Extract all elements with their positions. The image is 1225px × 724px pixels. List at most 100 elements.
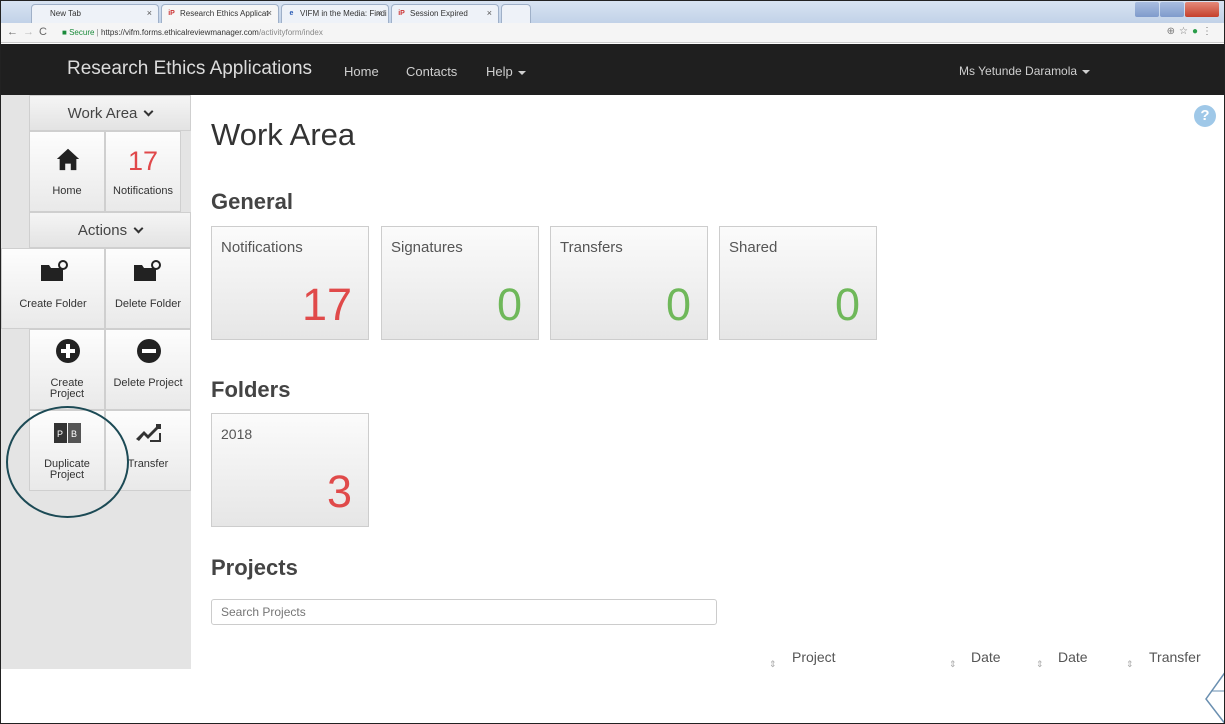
folder-name: 2018 xyxy=(221,426,253,442)
home-icon xyxy=(56,148,80,171)
actions-header-label: Actions xyxy=(77,222,128,239)
notifications-card[interactable]: Notifications 17 xyxy=(211,226,369,340)
back-arrow-icon[interactable]: ← xyxy=(7,26,18,38)
sort-icon[interactable]: ⇕ xyxy=(949,659,957,669)
browser-toolbar-icons[interactable]: ⊕☆●⋮ xyxy=(1167,26,1216,37)
tab-label: New Tab xyxy=(50,9,81,18)
create-project-tile[interactable]: Create Project xyxy=(29,329,105,410)
lock-icon: ■ xyxy=(62,28,67,37)
reload-icon[interactable]: C xyxy=(39,26,47,38)
tab-close-icon[interactable]: × xyxy=(487,8,492,18)
delete-folder-icon xyxy=(134,260,161,281)
create-folder-label: Create Folder xyxy=(19,298,87,310)
user-menu[interactable]: Ms Yetunde Daramola xyxy=(959,64,1091,78)
sort-icon[interactable]: ⇕ xyxy=(1036,659,1044,669)
notifications-tile[interactable]: 17 Notifications xyxy=(105,131,181,212)
chevron-down-icon xyxy=(133,223,144,234)
corner-decoration xyxy=(1205,672,1224,723)
address-bar: ← → C ■ Secure | https://vifm.forms.ethi… xyxy=(1,23,1224,43)
create-folder-icon xyxy=(41,260,68,281)
tab-close-icon[interactable]: × xyxy=(147,8,152,18)
svg-text:B: B xyxy=(71,429,77,439)
signatures-card[interactable]: Signatures 0 xyxy=(381,226,539,340)
app-brand[interactable]: Research Ethics Applications xyxy=(67,58,312,80)
card-value: 0 xyxy=(665,279,691,330)
column-header-project[interactable]: Project xyxy=(792,649,836,665)
card-value: 17 xyxy=(301,279,352,330)
window-close-button[interactable] xyxy=(1185,2,1219,17)
general-heading: General xyxy=(211,189,293,214)
home-tile[interactable]: Home xyxy=(29,131,105,212)
folder-card[interactable]: 2018 3 xyxy=(211,413,369,527)
secure-label: Secure xyxy=(69,28,95,37)
tab-label: Research Ethics Applicat xyxy=(180,9,269,18)
home-tile-label: Home xyxy=(52,185,82,197)
minus-circle-icon xyxy=(137,339,161,363)
duplicate-project-tile[interactable]: P B Duplicate Project xyxy=(29,410,105,491)
caret-down-icon xyxy=(1082,69,1091,74)
tab-favicon-icon xyxy=(37,10,46,18)
create-folder-tile[interactable]: Create Folder xyxy=(1,248,105,329)
delete-folder-label: Delete Folder xyxy=(114,298,182,310)
top-navbar: Research Ethics Applications Home Contac… xyxy=(1,44,1224,95)
transfers-card[interactable]: Transfers 0 xyxy=(550,226,708,340)
browser-tab-bar: New Tab × iP Research Ethics Applicat × … xyxy=(1,1,1224,23)
delete-folder-tile[interactable]: Delete Folder xyxy=(105,248,191,329)
folders-heading: Folders xyxy=(211,377,291,402)
column-header-transfer[interactable]: Transfer xyxy=(1149,649,1201,665)
card-title: Notifications xyxy=(221,239,303,256)
work-area-toggle[interactable]: Work Area xyxy=(29,95,191,131)
help-icon[interactable]: ? xyxy=(1194,105,1216,127)
url-field[interactable]: ■ Secure | https://vifm.forms.ethicalrev… xyxy=(58,25,1163,40)
caret-down-icon xyxy=(517,70,526,75)
duplicate-project-icon: P B xyxy=(54,423,81,443)
maximize-button[interactable] xyxy=(1160,2,1184,17)
card-title: Shared xyxy=(729,239,778,256)
transfer-icon xyxy=(136,424,161,442)
notifications-tile-label: Notifications xyxy=(113,185,173,197)
url-host: https://vifm.forms.ethicalreviewmanager.… xyxy=(100,28,259,37)
browser-tab[interactable]: New Tab × xyxy=(31,4,159,23)
browser-tab[interactable]: e VIFM in the Media: Findi × xyxy=(281,4,389,23)
sidebar: Work Area Home 17 Notifications Actions … xyxy=(1,95,191,669)
column-header-date[interactable]: Date xyxy=(971,649,1001,665)
transfer-label: Transfer xyxy=(127,458,169,470)
tab-close-icon[interactable]: × xyxy=(267,8,272,18)
url-path: /activityform/index xyxy=(258,28,323,37)
folder-count: 3 xyxy=(326,466,352,517)
nav-contacts-link[interactable]: Contacts xyxy=(406,64,457,79)
actions-toggle[interactable]: Actions xyxy=(29,212,191,248)
card-title: Transfers xyxy=(560,239,623,256)
forward-arrow-icon[interactable]: → xyxy=(23,26,34,38)
user-name: Ms Yetunde Daramola xyxy=(959,64,1078,78)
chevron-down-icon xyxy=(143,106,154,117)
plus-circle-icon xyxy=(56,339,80,363)
card-value: 0 xyxy=(496,279,522,330)
browser-tab[interactable]: iP Session Expired × xyxy=(391,4,499,23)
shared-card[interactable]: Shared 0 xyxy=(719,226,877,340)
nav-home-link[interactable]: Home xyxy=(344,64,379,79)
minimize-button[interactable] xyxy=(1135,2,1159,17)
tab-label: Session Expired xyxy=(410,9,468,18)
tab-favicon-icon: e xyxy=(289,10,294,17)
delete-project-label: Delete Project xyxy=(113,377,183,389)
transfer-tile[interactable]: Transfer xyxy=(105,410,191,491)
main-content: ? Work Area General Notifications 17 Sig… xyxy=(191,95,1224,669)
column-header-date-2[interactable]: Date xyxy=(1058,649,1088,665)
tab-close-icon[interactable]: × xyxy=(377,8,382,18)
search-projects-input[interactable] xyxy=(211,599,717,625)
svg-text:P: P xyxy=(57,429,63,439)
tab-label: VIFM in the Media: Findi xyxy=(300,9,387,18)
screenshot-frame: New Tab × iP Research Ethics Applicat × … xyxy=(0,0,1225,724)
browser-tab-active[interactable]: iP Research Ethics Applicat × xyxy=(161,4,279,23)
card-title: Signatures xyxy=(391,239,463,256)
new-tab-button[interactable] xyxy=(501,4,531,23)
window-controls xyxy=(1134,2,1222,18)
browser-window: New Tab × iP Research Ethics Applicat × … xyxy=(1,1,1224,669)
card-value: 0 xyxy=(834,279,860,330)
projects-heading: Projects xyxy=(211,555,298,580)
nav-help-menu[interactable]: Help xyxy=(486,64,526,79)
sort-icon[interactable]: ⇕ xyxy=(769,659,777,669)
delete-project-tile[interactable]: Delete Project xyxy=(105,329,191,410)
sort-icon[interactable]: ⇕ xyxy=(1126,659,1134,669)
